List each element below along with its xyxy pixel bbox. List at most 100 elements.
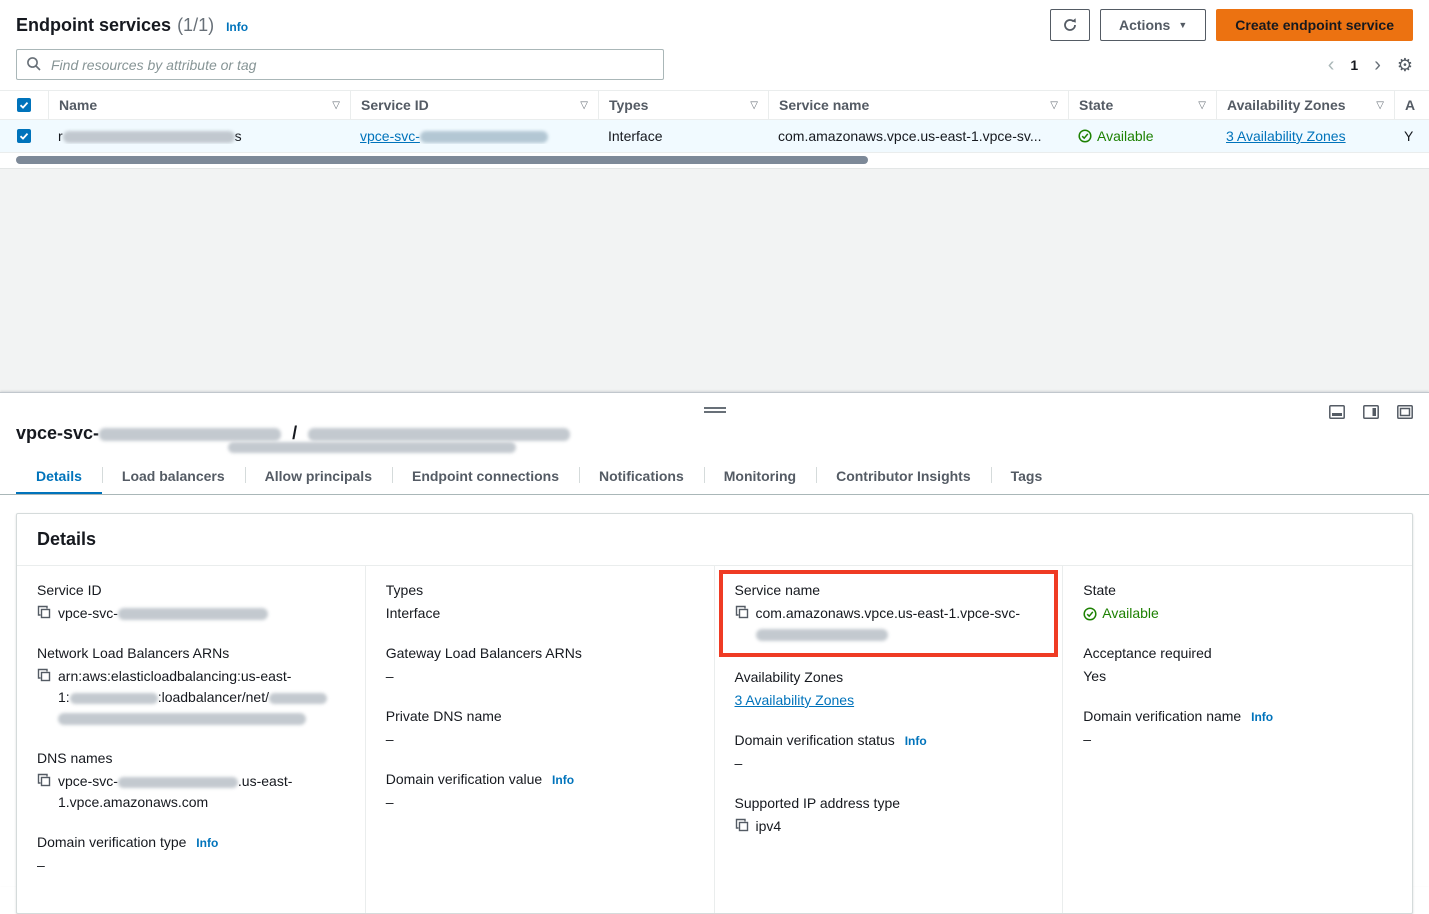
info-link[interactable]: Info <box>905 734 927 748</box>
panel-layout-controls <box>1329 405 1413 419</box>
tab-monitoring[interactable]: Monitoring <box>704 456 816 494</box>
info-link[interactable]: Info <box>1251 710 1273 724</box>
column-header-types-label: Types <box>609 97 648 113</box>
field-value-text: – <box>386 729 394 750</box>
table-section: Endpoint services (1/1) Info Actions ▼ <box>0 0 1429 168</box>
details-column-3: Service name com.amazonaws.vpce.us-e <box>715 566 1064 913</box>
redacted-service-id <box>420 131 548 143</box>
tab-details[interactable]: Details <box>16 456 102 494</box>
service-id-link[interactable]: vpce-svc- <box>360 128 548 144</box>
caret-down-icon: ▼ <box>1178 21 1187 30</box>
info-link[interactable]: Info <box>226 20 248 34</box>
copy-icon[interactable] <box>735 818 749 832</box>
column-header-types[interactable]: Types ▽ <box>598 91 768 119</box>
search-box <box>16 49 664 80</box>
column-header-state[interactable]: State ▽ <box>1068 91 1216 119</box>
check-circle-icon <box>1078 129 1092 143</box>
select-all-checkbox[interactable] <box>17 98 31 112</box>
availability-zones-link[interactable]: 3 Availability Zones <box>1226 128 1346 144</box>
panel-title: vpce-svc- / <box>16 423 1413 444</box>
filter-icon: ▽ <box>1050 100 1058 111</box>
search-icon <box>26 56 42 72</box>
details-card: Details Service ID <box>16 513 1413 914</box>
row-checkbox[interactable] <box>17 129 31 143</box>
endpoint-services-page: Endpoint services (1/1) Info Actions ▼ <box>0 0 1429 886</box>
refresh-button[interactable] <box>1050 9 1090 41</box>
tab-tags[interactable]: Tags <box>991 456 1063 494</box>
dns-names-value: vpce-svc-.us-east- 1.vpce.amazonaws.com <box>58 771 292 813</box>
state-available-badge: Available <box>1083 603 1159 624</box>
field-label: Availability Zones <box>735 669 1043 685</box>
details-heading: Details <box>37 529 1392 550</box>
availability-zones-link[interactable]: 3 Availability Zones <box>735 690 855 711</box>
field-value-text: – <box>386 792 394 813</box>
field-availability-zones: Availability Zones 3 Availability Zones <box>735 669 1043 711</box>
page-title-text: Endpoint services <box>16 15 171 36</box>
redacted-value <box>269 693 327 704</box>
field-value-text: – <box>37 855 45 876</box>
column-header-service-id[interactable]: Service ID ▽ <box>350 91 598 119</box>
column-header-acceptance[interactable]: A <box>1394 91 1429 119</box>
redacted-title-name <box>308 428 570 441</box>
copy-icon[interactable] <box>735 605 749 619</box>
settings-gear-icon[interactable]: ⚙ <box>1397 56 1413 74</box>
service-id-value: vpce-svc- <box>58 603 268 624</box>
info-link[interactable]: Info <box>196 836 218 850</box>
column-header-acceptance-label: A <box>1405 97 1415 113</box>
pagination-next-button[interactable]: › <box>1374 55 1381 75</box>
scrollbar-thumb[interactable] <box>16 156 868 164</box>
redacted-title-id <box>99 428 281 441</box>
column-header-availability-zones[interactable]: Availability Zones ▽ <box>1216 91 1394 119</box>
field-label: State <box>1083 582 1392 598</box>
pagination: ‹ 1 › ⚙ <box>1328 55 1413 75</box>
create-endpoint-service-button[interactable]: Create endpoint service <box>1216 9 1413 41</box>
pagination-prev-button[interactable]: ‹ <box>1328 55 1335 75</box>
panel-position-bottom-icon[interactable] <box>1329 405 1345 419</box>
panel-maximize-icon[interactable] <box>1397 405 1413 419</box>
panel-position-side-icon[interactable] <box>1363 405 1379 419</box>
split-panel: vpce-svc- / Details Load balancers Allow… <box>0 392 1429 886</box>
search-input[interactable] <box>16 49 664 80</box>
tab-notifications[interactable]: Notifications <box>579 456 704 494</box>
tab-allow-principals[interactable]: Allow principals <box>245 456 392 494</box>
actions-button[interactable]: Actions ▼ <box>1100 9 1206 41</box>
row-service-id-cell: vpce-svc- <box>350 128 598 144</box>
content-background <box>0 168 1429 392</box>
resource-count: (1/1) <box>177 15 214 36</box>
info-link[interactable]: Info <box>552 773 574 787</box>
field-label: Domain verification status Info <box>735 732 1043 748</box>
field-label: Network Load Balancers ARNs <box>37 645 345 661</box>
page-number-button[interactable]: 1 <box>1350 57 1358 73</box>
column-header-state-label: State <box>1079 97 1113 113</box>
field-types: Types Interface <box>386 582 694 624</box>
field-supported-ip: Supported IP address type ipv4 <box>735 795 1043 837</box>
row-service-name-cell: com.amazonaws.vpce.us-east-1.vpce-sv... <box>768 128 1068 144</box>
horizontal-scrollbar <box>0 153 1429 168</box>
field-label: Private DNS name <box>386 708 694 724</box>
column-header-service-name[interactable]: Service name ▽ <box>768 91 1068 119</box>
tab-load-balancers[interactable]: Load balancers <box>102 456 245 494</box>
field-label: Service ID <box>37 582 345 598</box>
endpoint-services-table: Name ▽ Service ID ▽ Types ▽ Service name… <box>0 90 1429 168</box>
field-state: State Available <box>1083 582 1392 624</box>
field-value-text: Interface <box>386 603 440 624</box>
column-header-name-label: Name <box>59 97 97 113</box>
panel-title-prefix: vpce-svc- <box>16 423 99 443</box>
select-all-cell <box>0 91 48 119</box>
field-service-name: Service name com.amazonaws.vpce.us-e <box>735 582 1043 645</box>
row-name-prefix: r <box>58 128 63 144</box>
tab-contributor-insights[interactable]: Contributor Insights <box>816 456 991 494</box>
panel-title-separator: / <box>292 423 297 443</box>
column-header-name[interactable]: Name ▽ <box>48 91 350 119</box>
copy-icon[interactable] <box>37 773 51 787</box>
table-row[interactable]: rs vpce-svc- Interface com.amazonaws.vpc… <box>0 120 1429 153</box>
field-domain-verification-value: Domain verification value Info – <box>386 771 694 813</box>
copy-icon[interactable] <box>37 668 51 682</box>
split-panel-drag-handle[interactable] <box>704 407 726 413</box>
field-domain-verification-name: Domain verification name Info – <box>1083 708 1392 750</box>
tab-endpoint-connections[interactable]: Endpoint connections <box>392 456 579 494</box>
panel-tabs: Details Load balancers Allow principals … <box>0 456 1429 495</box>
copy-icon[interactable] <box>37 605 51 619</box>
field-domain-verification-type: Domain verification type Info – <box>37 834 345 876</box>
row-select-cell <box>0 129 48 143</box>
